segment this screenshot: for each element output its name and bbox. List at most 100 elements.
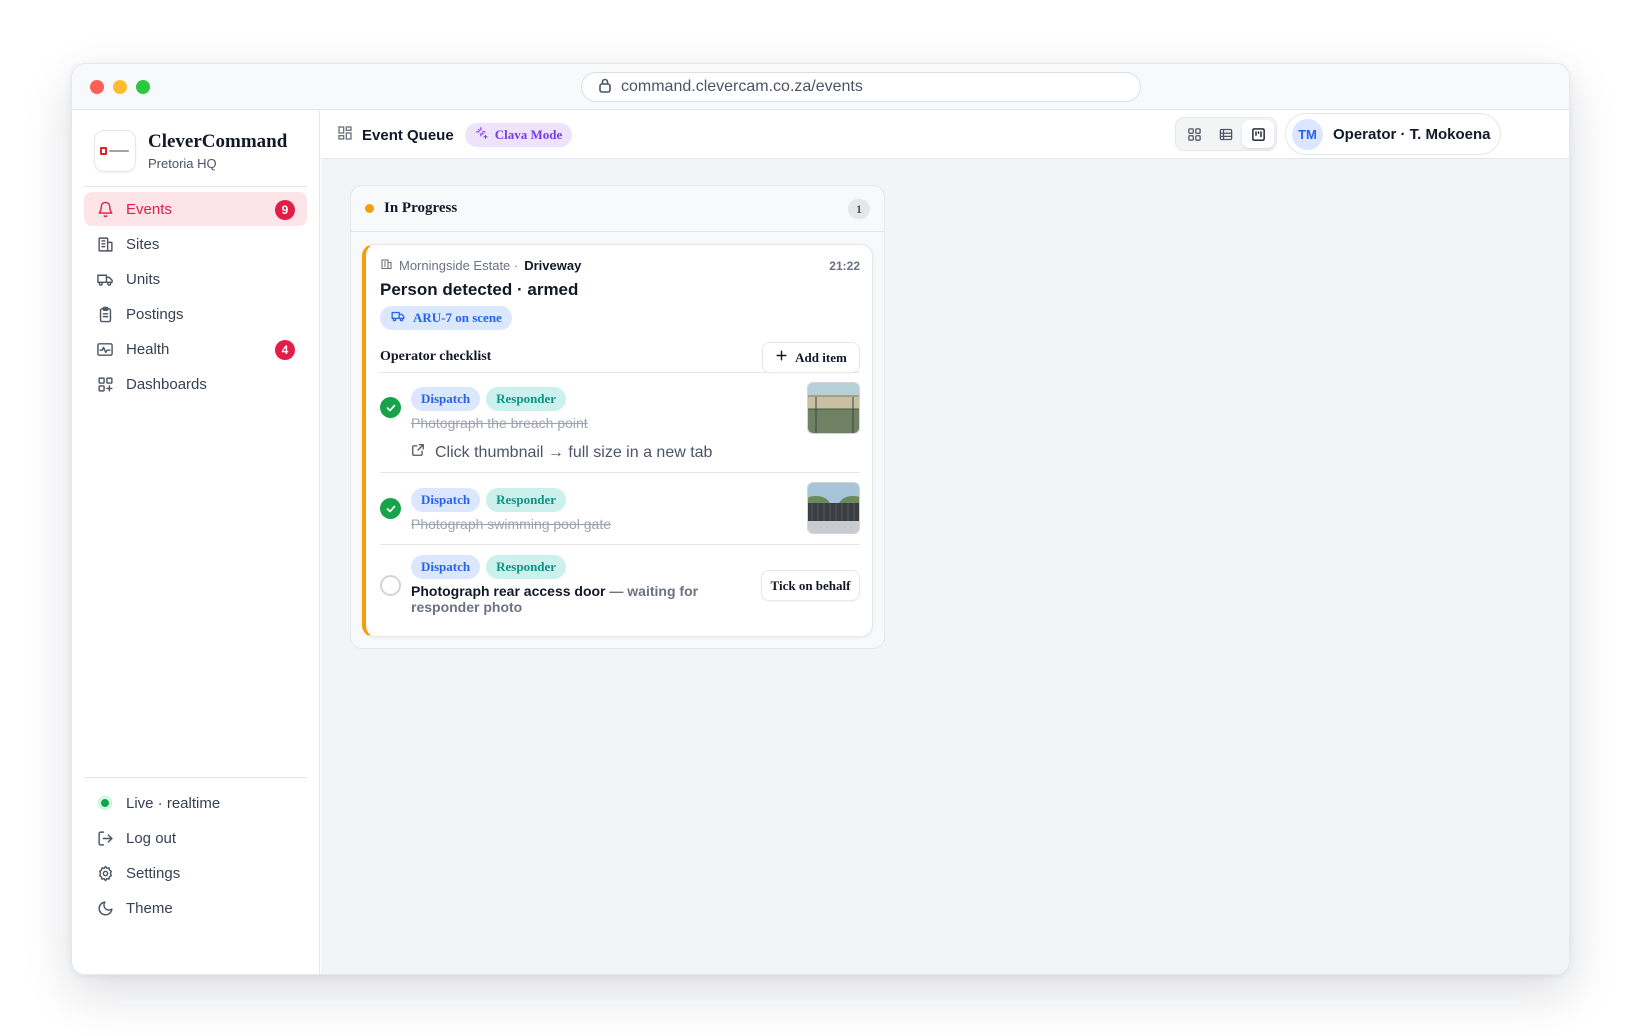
tag-responder: Responder	[486, 555, 567, 579]
sidebar-item-postings[interactable]: Postings	[84, 297, 307, 331]
checklist-checkbox-done[interactable]	[380, 397, 401, 418]
tick-on-behalf-button[interactable]: Tick on behalf	[761, 570, 860, 601]
column-title: In Progress	[384, 200, 458, 216]
maximize-window-button[interactable]	[136, 80, 150, 94]
sidebar-item-events[interactable]: Events 9	[84, 192, 307, 226]
column-header: In Progress 1	[351, 186, 884, 232]
live-status: Live · realtime	[84, 786, 307, 820]
building-icon	[380, 258, 393, 273]
tag-dispatch: Dispatch	[411, 555, 481, 579]
truck-icon	[96, 270, 114, 288]
grid-icon	[1187, 127, 1201, 141]
url-text: command.clevercam.co.za/events	[621, 78, 863, 95]
theme-label: Theme	[126, 899, 173, 917]
event-location: Morningside Estate · Driveway	[380, 258, 581, 273]
sidebar-item-label: Sites	[126, 235, 160, 253]
logout-label: Log out	[126, 829, 177, 847]
dashboard-icon	[96, 375, 114, 393]
divider	[84, 777, 307, 778]
sidebar-item-sites[interactable]: Sites	[84, 227, 307, 261]
theme-toggle[interactable]: Theme	[84, 891, 307, 925]
sidebar-item-label: Events	[126, 200, 172, 218]
browser-titlebar: command.clevercam.co.za/events	[72, 64, 1569, 110]
page-header: Event Queue Clava Mode	[337, 123, 573, 147]
unit-status-pill: ARU-7 on scene	[380, 306, 512, 330]
checklist-checkbox[interactable]	[380, 575, 401, 596]
building-icon	[96, 235, 114, 253]
minimize-window-button[interactable]	[113, 80, 127, 94]
add-item-button[interactable]: Add item	[762, 342, 860, 373]
sidebar-item-dashboards[interactable]: Dashboards	[84, 367, 307, 401]
brand-name: CleverCommand	[148, 131, 288, 152]
operator-menu[interactable]: TM Operator · T. Mokoena	[1285, 113, 1501, 155]
sidebar-item-label: Health	[126, 340, 170, 358]
live-status-label: Live · realtime	[126, 794, 221, 812]
address-bar[interactable]: command.clevercam.co.za/events	[581, 72, 1141, 102]
settings-button[interactable]: Settings	[84, 856, 307, 890]
brand-header: CleverCommand Pretoria HQ	[94, 130, 287, 172]
logout-button[interactable]: Log out	[84, 821, 307, 855]
breach-point-photo-thumbnail[interactable]	[807, 382, 860, 434]
tag-responder: Responder	[486, 387, 567, 411]
truck-icon	[390, 309, 406, 327]
checklist-checkbox-done[interactable]	[380, 498, 401, 519]
external-link-icon	[411, 443, 425, 462]
events-count-badge: 9	[275, 200, 295, 220]
tag-dispatch: Dispatch	[411, 387, 481, 411]
sidebar-item-label: Postings	[126, 305, 184, 323]
divider	[84, 186, 307, 187]
status-dot-icon	[96, 794, 114, 812]
pool-gate-photo-thumbnail[interactable]	[807, 482, 860, 534]
brand-site: Pretoria HQ	[148, 156, 217, 171]
checklist-item-title: Photograph rear access door	[411, 583, 606, 599]
board-view-button[interactable]	[1242, 120, 1274, 148]
sidebar-nav: Events 9 Sites Units Postings Health 4 D…	[84, 192, 307, 402]
status-dot-icon	[365, 204, 374, 213]
clava-mode-badge[interactable]: Clava Mode	[464, 123, 573, 147]
gear-icon	[96, 864, 114, 882]
sidebar-item-health[interactable]: Health 4	[84, 332, 307, 366]
sparkle-icon	[475, 126, 489, 144]
list-view-button[interactable]	[1210, 120, 1242, 148]
unit-status-label: ARU-7 on scene	[413, 310, 502, 325]
event-site: Morningside Estate ·	[399, 258, 519, 273]
checklist-item-text: Photograph swimming pool gate	[411, 516, 612, 532]
board-icon	[1251, 127, 1265, 141]
add-item-label: Add item	[795, 349, 847, 365]
queue-icon	[337, 125, 353, 146]
event-time: 21:22	[829, 259, 860, 273]
checklist-item-tags: Dispatch Responder	[411, 555, 567, 579]
check-icon	[386, 505, 395, 512]
divider	[380, 472, 860, 473]
event-card[interactable]: Morningside Estate · Driveway 21:22 Pers…	[362, 244, 873, 637]
thumbnail-hint: Click thumbnail → full size in a new tab	[411, 443, 712, 462]
list-icon	[1219, 128, 1233, 140]
avatar: TM	[1292, 118, 1323, 150]
checklist-item-tags: Dispatch Responder	[411, 488, 567, 512]
plus-icon	[775, 349, 788, 366]
top-bar: Event Queue Clava Mode TM Operator · T. …	[321, 110, 1569, 159]
check-icon	[386, 404, 395, 411]
divider	[380, 372, 860, 373]
browser-window: command.clevercam.co.za/events CleverCom…	[71, 63, 1570, 975]
sidebar-item-units[interactable]: Units	[84, 262, 307, 296]
thumbnail-hint-label: Click thumbnail → full size in a new tab	[435, 443, 713, 461]
tag-dispatch: Dispatch	[411, 488, 481, 512]
bell-icon	[96, 200, 114, 218]
close-window-button[interactable]	[90, 80, 104, 94]
main-area: Event Queue Clava Mode TM Operator · T. …	[321, 110, 1569, 974]
health-count-badge: 4	[275, 340, 295, 360]
event-title: Person detected · armed	[380, 280, 579, 299]
sidebar: CleverCommand Pretoria HQ Events 9 Sites	[72, 110, 320, 974]
sidebar-item-label: Units	[126, 270, 161, 288]
clava-mode-label: Clava Mode	[494, 127, 563, 142]
clipboard-icon	[96, 305, 114, 323]
divider	[380, 544, 860, 545]
checklist-title: Operator checklist	[380, 349, 492, 364]
grid-view-button[interactable]	[1178, 120, 1210, 148]
checklist-item-text: Photograph rear access door — waiting fo…	[411, 583, 701, 615]
tag-responder: Responder	[486, 488, 567, 512]
operator-name: Operator · T. Mokoena	[1333, 125, 1491, 143]
sidebar-item-label: Dashboards	[126, 375, 207, 393]
view-mode-toggle	[1175, 117, 1277, 151]
